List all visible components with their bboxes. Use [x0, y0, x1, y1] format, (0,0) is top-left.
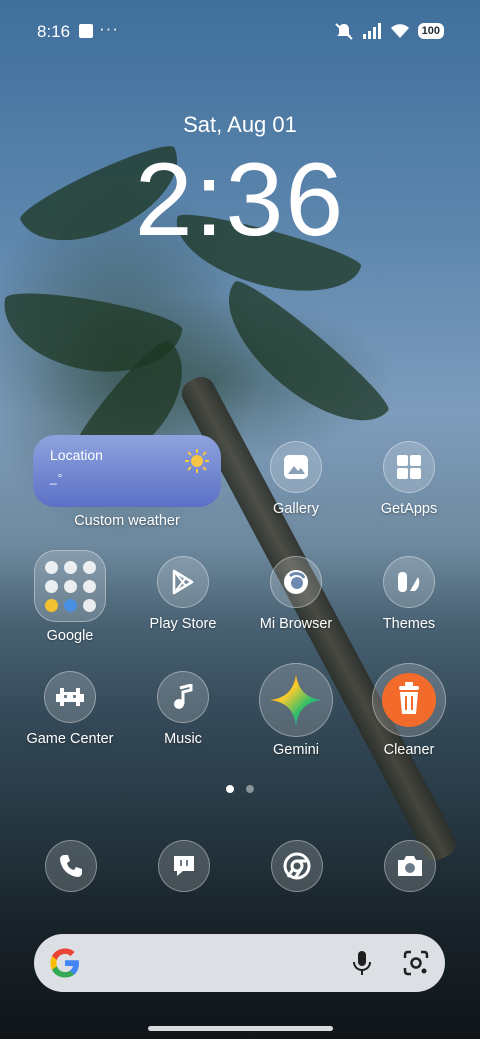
google-lens-icon[interactable] [403, 950, 429, 976]
music-note-icon [157, 671, 209, 723]
gallery-icon [270, 441, 322, 493]
drive-icon [63, 579, 77, 593]
app-label: Play Store [149, 616, 217, 632]
more-notifications-icon: ··· [99, 19, 119, 38]
youtube-icon [44, 579, 58, 593]
app-music[interactable]: Music [127, 671, 239, 747]
app-label: Cleaner [383, 742, 435, 758]
dock-messages[interactable] [158, 840, 210, 892]
settings-icon [82, 598, 96, 612]
messages-icon [174, 856, 194, 876]
status-bar: 8:16 ··· 100 [0, 0, 480, 64]
app-label: Mi Browser [259, 616, 333, 632]
chrome-small-icon [63, 598, 77, 612]
weather-widget[interactable]: Location _° [33, 435, 221, 507]
playstore-icon [157, 556, 209, 608]
notification-icon [79, 24, 93, 38]
app-playstore[interactable]: Play Store [127, 556, 239, 632]
dock-chrome[interactable] [271, 840, 323, 892]
chrome-icon [283, 852, 311, 880]
weather-widget-label: Custom weather [74, 513, 180, 529]
dock-phone[interactable] [45, 840, 97, 892]
app-getapps[interactable]: GetApps [353, 441, 465, 517]
app-gallery[interactable]: Gallery [240, 441, 352, 517]
getapps-icon [383, 441, 435, 493]
app-label: Gallery [273, 501, 319, 517]
voice-search-icon[interactable] [351, 950, 373, 976]
date-text: Sat, Aug 01 [183, 112, 297, 137]
google-search-bar[interactable] [34, 934, 445, 992]
weather-widget-label-wrap: Custom weather [71, 513, 183, 529]
app-label: GetApps [380, 501, 438, 517]
battery-indicator: 100 [417, 23, 444, 39]
status-time: 8:16 [37, 22, 71, 41]
clock-widget[interactable]: 2:36 [0, 146, 480, 254]
dock-camera[interactable] [384, 840, 436, 892]
wifi-icon [390, 24, 409, 38]
meet-icon [82, 579, 96, 593]
photos-icon [44, 598, 58, 612]
page-indicator[interactable] [0, 785, 480, 793]
themes-icon [383, 556, 435, 608]
mibrowser-icon [270, 556, 322, 608]
weather-location: Location [50, 447, 103, 463]
weather-temperature: _° [50, 471, 64, 485]
google-folder-icon [34, 550, 106, 622]
app-themes[interactable]: Themes [353, 556, 465, 632]
app-label: Themes [382, 616, 436, 632]
app-label: Google [46, 628, 94, 644]
camera-icon [398, 856, 422, 876]
page-dot[interactable] [246, 785, 254, 793]
app-mibrowser[interactable]: Mi Browser [240, 556, 352, 632]
gmail-icon [44, 560, 58, 574]
folder-google[interactable]: Google [14, 550, 126, 644]
silent-icon [334, 23, 353, 40]
cleaner-icon [372, 663, 446, 737]
app-label: Music [164, 731, 202, 747]
gamecenter-icon [44, 671, 96, 723]
page-dot-active[interactable] [226, 785, 234, 793]
app-label: Game Center [26, 731, 114, 747]
assistant-icon [82, 560, 96, 574]
app-gemini[interactable]: Gemini [240, 663, 352, 758]
maps-icon [63, 560, 77, 574]
google-logo-icon [50, 948, 79, 978]
app-cleaner[interactable]: Cleaner [353, 663, 465, 758]
signal-icon [362, 23, 381, 39]
sun-icon [185, 449, 209, 473]
app-gamecenter[interactable]: Game Center [14, 671, 126, 747]
app-label: Gemini [273, 742, 319, 758]
gemini-icon [259, 663, 333, 737]
phone-icon [60, 855, 82, 877]
gesture-handle[interactable] [148, 1026, 333, 1031]
